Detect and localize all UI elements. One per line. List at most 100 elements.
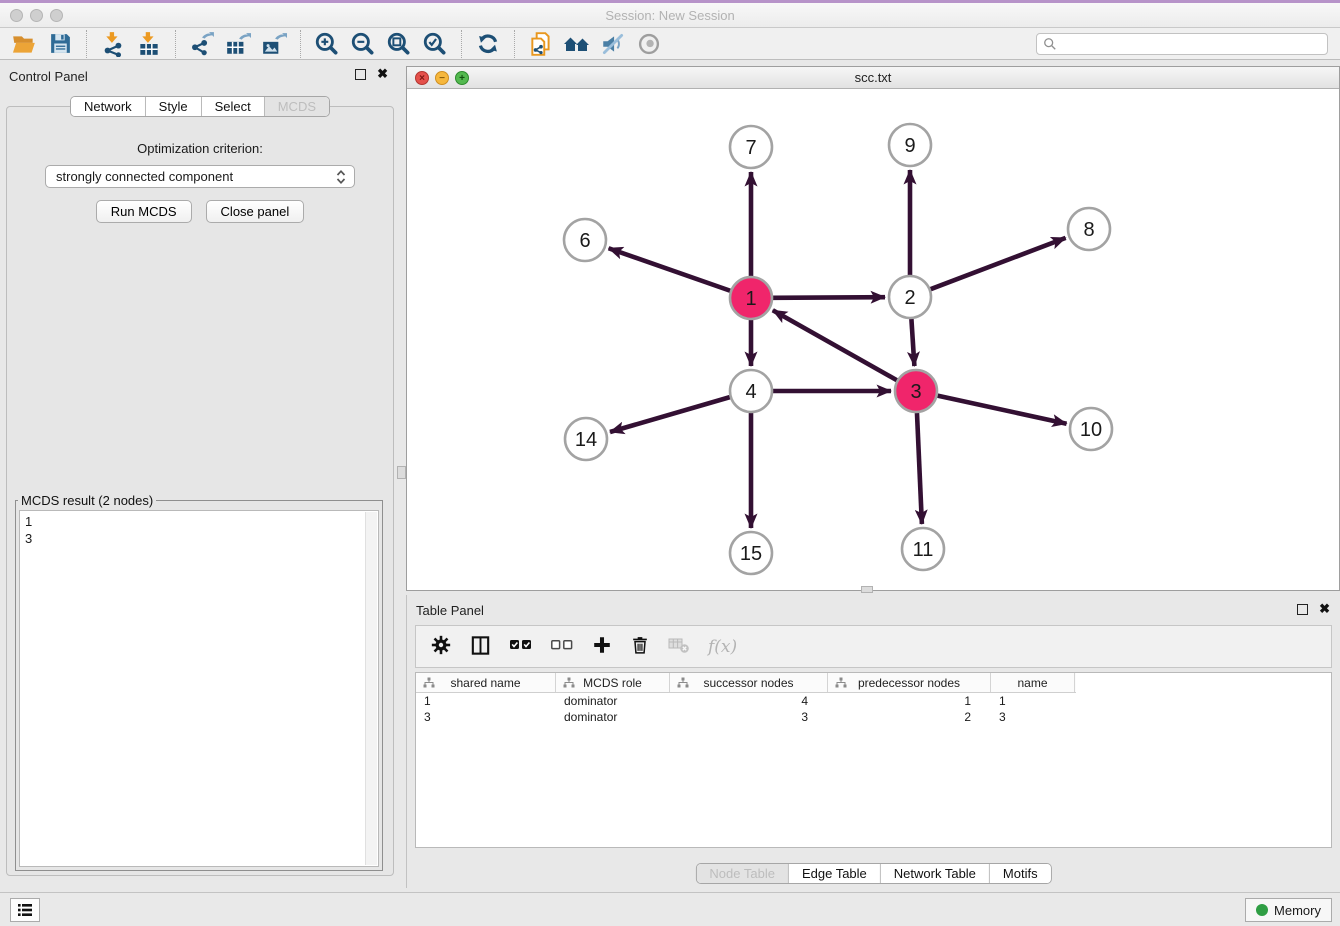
delete-column-icon[interactable]: [630, 634, 650, 659]
result-line: 3: [25, 530, 373, 547]
graph-node-1[interactable]: 1: [730, 277, 772, 319]
split-columns-icon[interactable]: [469, 634, 492, 660]
export-network-icon[interactable]: [184, 29, 220, 59]
column-header-successor-nodes[interactable]: successor nodes: [670, 673, 828, 692]
graph-node-7[interactable]: 7: [730, 126, 772, 168]
add-column-icon[interactable]: [591, 634, 613, 659]
list-icon: [17, 903, 33, 917]
search-icon: [1043, 37, 1057, 51]
import-table-icon[interactable]: [131, 29, 167, 59]
task-history-button[interactable]: [10, 898, 40, 922]
graph-node-11[interactable]: 11: [902, 528, 944, 570]
mcds-panel: Optimization criterion: strongly connect…: [6, 106, 394, 876]
run-mcds-button[interactable]: Run MCDS: [96, 200, 192, 223]
tab-edge-table[interactable]: Edge Table: [789, 864, 881, 883]
column-type-icon: [835, 677, 847, 689]
function-builder-icon[interactable]: f(x): [708, 637, 737, 657]
export-image-icon[interactable]: [256, 29, 292, 59]
column-header-mcds-role[interactable]: MCDS role: [556, 673, 670, 692]
horizontal-splitter-handle[interactable]: [861, 586, 873, 593]
svg-text:9: 9: [904, 135, 915, 157]
network-canvas[interactable]: 7 9 6 8 1 2 4 3 14 10 15 11: [407, 89, 1339, 590]
svg-text:8: 8: [1083, 219, 1094, 241]
network-frame-title: scc.txt: [407, 70, 1339, 85]
search-input[interactable]: [1061, 37, 1321, 52]
svg-text:6: 6: [579, 230, 590, 252]
toolbar-separator: [175, 30, 176, 58]
graph-node-4[interactable]: 4: [730, 370, 772, 412]
graph-node-3[interactable]: 3: [895, 370, 937, 412]
graph-node-15[interactable]: 15: [730, 532, 772, 574]
tab-node-table[interactable]: Node Table: [696, 864, 789, 883]
deselect-all-columns-icon[interactable]: [550, 636, 574, 657]
graph-node-9[interactable]: 9: [889, 124, 931, 166]
open-session-icon[interactable]: [6, 29, 42, 59]
column-type-icon: [677, 677, 689, 689]
criterion-value: strongly connected component: [56, 169, 334, 184]
column-header-name[interactable]: name: [991, 673, 1075, 692]
tab-style[interactable]: Style: [146, 97, 202, 116]
svg-text:10: 10: [1080, 419, 1102, 441]
window-title: Session: New Session: [0, 8, 1340, 23]
graph-edge-3-1[interactable]: [773, 310, 897, 380]
network-frame-titlebar[interactable]: × − + scc.txt: [407, 67, 1339, 89]
graph-edge-3-11[interactable]: [917, 413, 922, 524]
vertical-splitter-handle[interactable]: [397, 466, 406, 479]
first-neighbors-icon[interactable]: [559, 29, 595, 59]
graph-node-8[interactable]: 8: [1068, 208, 1110, 250]
graph-edge-4-14[interactable]: [610, 397, 730, 432]
graph-edge-2-8[interactable]: [931, 238, 1066, 289]
zoom-selected-icon[interactable]: [417, 29, 453, 59]
graph-node-14[interactable]: 14: [565, 418, 607, 460]
export-table-icon[interactable]: [220, 29, 256, 59]
graph-edge-3-10[interactable]: [937, 396, 1066, 424]
graph-edge-1-2[interactable]: [773, 297, 885, 298]
select-all-columns-icon[interactable]: [509, 636, 533, 657]
import-network-icon[interactable]: [95, 29, 131, 59]
zoom-in-icon[interactable]: [309, 29, 345, 59]
graph-node-2[interactable]: 2: [889, 276, 931, 318]
zoom-out-icon[interactable]: [345, 29, 381, 59]
close-panel-button[interactable]: Close panel: [206, 200, 305, 223]
graph-edge-2-3[interactable]: [911, 319, 914, 366]
float-table-panel-icon[interactable]: [1297, 604, 1308, 615]
graph-node-6[interactable]: 6: [564, 219, 606, 261]
table-row[interactable]: 1 dominator 4 1 1: [416, 693, 1331, 709]
window-titlebar: Session: New Session: [0, 3, 1340, 28]
svg-text:15: 15: [740, 543, 762, 565]
zoom-fit-icon[interactable]: [381, 29, 417, 59]
close-table-panel-icon[interactable]: ✖: [1319, 601, 1330, 616]
duplicate-network-icon[interactable]: [523, 29, 559, 59]
delete-table-icon[interactable]: [667, 635, 691, 658]
table-toolbar: f(x): [415, 625, 1332, 668]
close-panel-icon[interactable]: ✖: [377, 66, 388, 81]
network-graph[interactable]: 7 9 6 8 1 2 4 3 14 10 15 11: [407, 89, 1339, 590]
tab-motifs[interactable]: Motifs: [990, 864, 1051, 883]
table-row[interactable]: 3 dominator 3 2 3: [416, 709, 1331, 725]
status-bar: Memory: [0, 892, 1340, 926]
tab-mcds[interactable]: MCDS: [265, 97, 329, 116]
toolbar-separator: [86, 30, 87, 58]
svg-text:3: 3: [910, 381, 921, 403]
tab-network-table[interactable]: Network Table: [881, 864, 990, 883]
result-scrollbar[interactable]: [365, 512, 377, 865]
refresh-layout-icon[interactable]: [470, 29, 506, 59]
toolbar-separator: [300, 30, 301, 58]
memory-button[interactable]: Memory: [1245, 898, 1332, 922]
column-header-predecessor-nodes[interactable]: predecessor nodes: [828, 673, 991, 692]
criterion-select[interactable]: strongly connected component: [45, 165, 355, 188]
tab-network[interactable]: Network: [71, 97, 146, 116]
table-settings-icon[interactable]: [430, 634, 452, 659]
svg-text:7: 7: [745, 137, 756, 159]
graph-node-10[interactable]: 10: [1070, 408, 1112, 450]
graph-edge-1-6[interactable]: [609, 248, 731, 290]
hide-selected-icon[interactable]: [595, 29, 631, 59]
column-header-shared-name[interactable]: shared name: [416, 673, 556, 692]
table-header-row: shared name MCDS role successor nodes pr…: [416, 673, 1076, 693]
mcds-result-area: 1 3: [19, 510, 379, 867]
show-graphics-details-icon[interactable]: [631, 29, 667, 59]
table-tabs: Node Table Edge Table Network Table Moti…: [695, 863, 1051, 884]
tab-select[interactable]: Select: [202, 97, 265, 116]
save-session-icon[interactable]: [42, 29, 78, 59]
float-panel-icon[interactable]: [355, 69, 366, 80]
